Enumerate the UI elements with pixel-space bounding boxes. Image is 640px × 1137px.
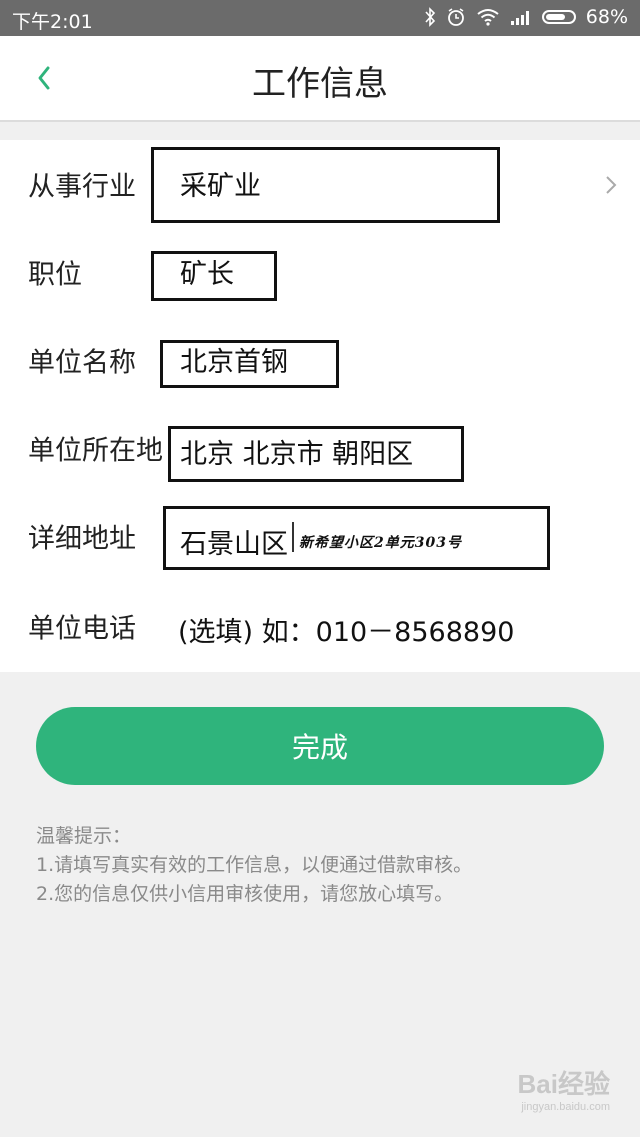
industry-row[interactable]: 从事行业 采矿业 bbox=[0, 140, 640, 228]
industry-value: 采矿业 bbox=[180, 171, 261, 202]
watermark-text: Bai经验 bbox=[517, 1069, 610, 1099]
battery-icon bbox=[541, 10, 576, 24]
watermark: Bai经验 jingyan.baidu.com bbox=[518, 1064, 610, 1113]
text-cursor bbox=[292, 522, 294, 552]
tips-line-1: 1.请填写真实有效的工作信息，以便通过借款审核。 bbox=[36, 854, 473, 876]
battery-percent: 68% bbox=[585, 6, 628, 28]
tips: 温馨提示： 1.请填写真实有效的工作信息，以便通过借款审核。 2.您的信息仅供小… bbox=[36, 822, 472, 909]
signal-icon bbox=[510, 9, 532, 25]
position-row[interactable]: 职位 矿长 bbox=[0, 228, 640, 316]
chevron-right-icon bbox=[606, 176, 617, 194]
work-info-form: 从事行业 采矿业 职位 矿长 单位名称 北京首钢 单位所在地 北京 北京市 朝阳… bbox=[0, 140, 640, 672]
company-name-value: 北京首钢 bbox=[180, 347, 288, 378]
address-label: 详细地址 bbox=[28, 523, 136, 555]
company-name-row[interactable]: 单位名称 北京首钢 bbox=[0, 316, 640, 404]
address-row[interactable]: 详细地址 石景山区 新希望小区2单元303号 bbox=[0, 492, 640, 580]
header: 工作信息 bbox=[0, 36, 640, 122]
bluetooth-icon bbox=[424, 7, 436, 27]
wifi-icon bbox=[476, 8, 500, 26]
done-button[interactable]: 完成 bbox=[36, 707, 604, 785]
company-location-row[interactable]: 单位所在地 北京 北京市 朝阳区 bbox=[0, 404, 640, 492]
tips-line-2: 2.您的信息仅供小信用审核使用，请您放心填写。 bbox=[36, 883, 454, 905]
watermark-sub: jingyan.baidu.com bbox=[521, 1101, 610, 1113]
phone-input[interactable]: (选填) 如：010－8568890 bbox=[178, 610, 514, 649]
phone-label: 单位电话 bbox=[28, 613, 136, 645]
address-handwritten: 新希望小区2单元303号 bbox=[299, 535, 462, 551]
company-location-label: 单位所在地 bbox=[28, 435, 163, 467]
status-time: 下午2:01 bbox=[12, 11, 93, 33]
status-bar: 下午2:01 68% bbox=[0, 0, 640, 36]
page-title: 工作信息 bbox=[252, 64, 388, 104]
address-value: 石景山区 bbox=[180, 529, 288, 560]
industry-label: 从事行业 bbox=[28, 171, 136, 203]
company-name-label: 单位名称 bbox=[28, 347, 136, 379]
status-icons: 68% bbox=[424, 6, 628, 28]
phone-row[interactable]: 单位电话 (选填) 如：010－8568890 bbox=[0, 582, 640, 670]
position-value: 矿长 bbox=[180, 259, 234, 290]
alarm-icon bbox=[446, 7, 466, 27]
position-label: 职位 bbox=[28, 259, 82, 291]
company-location-value: 北京 北京市 朝阳区 bbox=[180, 439, 414, 470]
tips-title: 温馨提示： bbox=[36, 825, 132, 847]
